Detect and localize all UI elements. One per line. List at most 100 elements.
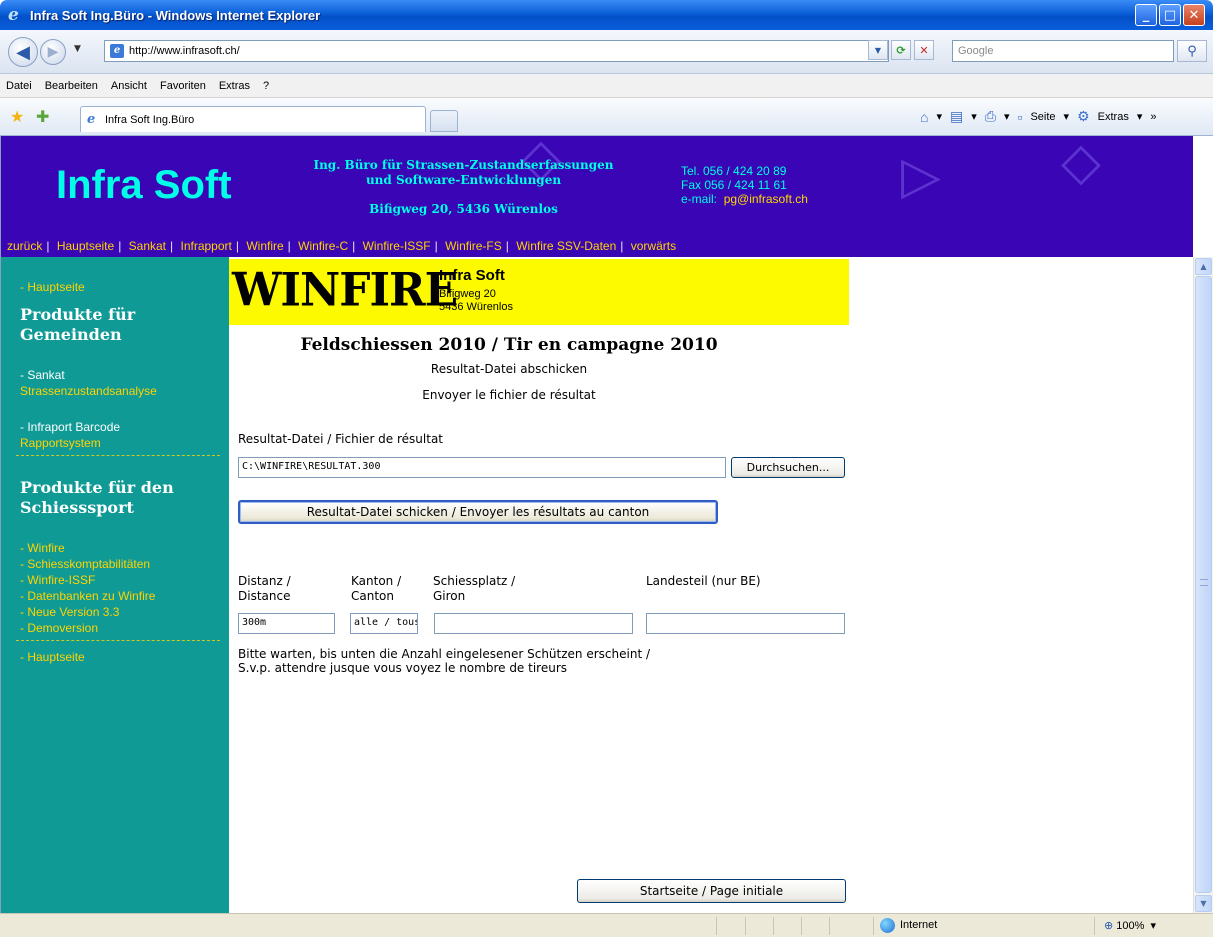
minimize-button[interactable]: _ — [1135, 4, 1157, 26]
menu-ansicht[interactable]: Ansicht — [111, 80, 147, 92]
nav-winfire-c[interactable]: Winfire-C — [298, 239, 348, 253]
window-title: Infra Soft Ing.Büro - Windows Internet E… — [30, 7, 321, 23]
scroll-up-icon[interactable]: ▲ — [1195, 258, 1212, 275]
back-button[interactable]: ◀ — [8, 37, 38, 67]
scroll-down-icon[interactable]: ▼ — [1195, 895, 1212, 912]
sidebar-item-neue-version[interactable]: - Neue Version 3.3 — [20, 604, 223, 620]
email-link[interactable]: pg@infrasoft.ch — [724, 192, 808, 206]
address-field[interactable]: e http://www.infrasoft.ch/ — [104, 40, 889, 62]
maximize-button[interactable]: □ — [1159, 4, 1181, 26]
banner-street: Bifigweg 20 — [439, 288, 496, 300]
refresh-icon[interactable]: ⟳ — [891, 40, 911, 60]
kanton-select[interactable]: alle / tous — [350, 613, 418, 634]
menu-bearbeiten[interactable]: Bearbeiten — [45, 80, 98, 92]
print-dropdown-icon[interactable]: ▾ — [1004, 110, 1010, 123]
tab-bar: ★ ✚ e Infra Soft Ing.Büro ⌂ ▾ ▤ ▾ ⎙ ▾ ▫ Sei… — [0, 98, 1213, 136]
top-navigation: zurück | Hauptseite | Sankat | Infrapport | … — [7, 239, 677, 253]
schiessplatz-select[interactable] — [434, 613, 633, 634]
browse-button[interactable]: Durchsuchen... — [731, 457, 845, 478]
nav-winfire-issf[interactable]: Winfire-ISSF — [363, 239, 431, 253]
winfire-logo: WINFIRE — [232, 263, 458, 318]
scroll-thumb[interactable] — [1195, 276, 1212, 893]
nav-sankat[interactable]: Sankat — [129, 239, 166, 253]
page-menu[interactable]: Seite — [1030, 111, 1055, 123]
status-bar: Internet ⊕ 100% ▾ — [0, 913, 1213, 937]
distanz-select[interactable]: 300m — [238, 613, 335, 634]
address-dropdown-icon[interactable]: ▼ — [868, 40, 888, 60]
sidebar-item-sankat[interactable]: - Sankat — [20, 367, 223, 383]
sidebar-item-schiesskomptabilitaeten[interactable]: - Schiesskomptabilitäten — [20, 556, 223, 572]
subtitle-fr: Envoyer le fichier de résultat — [422, 388, 596, 402]
page-title: Feldschiessen 2010 / Tir en campagne 201… — [300, 335, 718, 355]
sidebar-divider — [16, 640, 220, 641]
nav-winfire-ssv[interactable]: Winfire SSV-Daten — [516, 239, 616, 253]
sidebar-item-infraport[interactable]: - Infraport Barcode — [20, 419, 223, 435]
home-icon[interactable]: ⌂ — [920, 109, 928, 125]
zoom-level[interactable]: ⊕ 100% ▾ — [1104, 919, 1156, 932]
sidebar-item-demoversion[interactable]: - Demoversion — [20, 620, 223, 636]
sidebar-item-hauptseite[interactable]: - Hauptseite — [20, 279, 223, 295]
main-content: WINFIRE Infra Soft Bifigweg 20 5436 Würe… — [229, 257, 1193, 913]
address-toolbar: ◀ ▶ ▼ e http://www.infrasoft.ch/ ▼ ⟳ ✕ G… — [0, 30, 1213, 74]
print-icon[interactable]: ⎙ — [985, 108, 996, 125]
menu-favoriten[interactable]: Favoriten — [160, 80, 206, 92]
winfire-banner: WINFIRE Infra Soft Bifigweg 20 5436 Würe… — [229, 259, 849, 325]
header-tagline: Ing. Büro für Strassen-Zustandserfassung… — [291, 158, 636, 188]
distanz-label: Distanz / Distance — [238, 574, 291, 603]
page-viewport: ◇ ▷ ◇ Infra Soft Ing. Büro für Strassen-… — [0, 136, 1193, 913]
tagline-2: und Software-Entwicklungen — [365, 173, 562, 187]
tools-dropdown-icon[interactable]: ▾ — [1137, 110, 1143, 123]
nav-infrapport[interactable]: Infrapport — [180, 239, 231, 253]
new-tab-button[interactable] — [430, 110, 458, 132]
search-icon[interactable]: ⚲ — [1177, 40, 1207, 62]
subtitle-de: Resultat-Datei abschicken — [430, 362, 588, 376]
nav-winfire-fs[interactable]: Winfire-FS — [445, 239, 502, 253]
banner-company: Infra Soft — [439, 267, 505, 284]
nav-winfire[interactable]: Winfire — [246, 239, 283, 253]
sidebar-item-datenbanken[interactable]: - Datenbanken zu Winfire — [20, 588, 223, 604]
stop-icon[interactable]: ✕ — [914, 40, 934, 60]
nav-hauptseite[interactable]: Hauptseite — [57, 239, 114, 253]
title-bar: e Infra Soft Ing.Büro - Windows Internet… — [0, 0, 1213, 30]
vertical-scrollbar[interactable]: ▲ ▼ — [1193, 257, 1213, 913]
file-input[interactable]: C:\WINFIRE\RESULTAT.300 — [238, 457, 726, 478]
landesteil-select[interactable] — [646, 613, 845, 634]
nav-vorwaerts[interactable]: vorwärts — [631, 239, 676, 253]
send-results-button[interactable]: Resultat-Datei schicken / Envoyer les ré… — [238, 500, 718, 524]
feeds-dropdown-icon[interactable]: ▾ — [971, 110, 977, 123]
menu-datei[interactable]: Datei — [6, 80, 32, 92]
menu-help[interactable]: ? — [263, 80, 269, 92]
close-button[interactable]: ✕ — [1183, 4, 1205, 26]
zoom-icon: ⊕ — [1104, 920, 1114, 932]
sidebar-item-hauptseite-bottom[interactable]: - Hauptseite — [20, 649, 223, 665]
tab-title: Infra Soft Ing.Büro — [105, 113, 195, 126]
search-input[interactable]: Google — [952, 40, 1174, 62]
tools-menu[interactable]: Extras — [1098, 111, 1129, 123]
status-divider — [745, 917, 746, 935]
page-icon: e — [110, 44, 124, 58]
search-placeholder: Google — [958, 45, 994, 57]
tel: Tel. 056 / 424 20 89 — [681, 164, 787, 178]
home-page-button[interactable]: Startseite / Page initiale — [577, 879, 846, 903]
home-dropdown-icon[interactable]: ▾ — [936, 110, 942, 123]
sidebar-heading-schiesssport: Produkte für den Schiesssport — [20, 478, 174, 517]
header-decoration: ▷ — [901, 146, 941, 206]
fax: Fax 056 / 424 11 61 — [681, 178, 787, 192]
schiessplatz-label: Schiessplatz / Giron — [433, 574, 516, 603]
chevron-more-icon[interactable]: » — [1150, 111, 1156, 123]
sidebar-item-winfire[interactable]: - Winfire — [20, 540, 223, 556]
add-favorite-icon[interactable]: ✚ — [36, 107, 49, 126]
menu-extras[interactable]: Extras — [219, 80, 250, 92]
forward-button[interactable]: ▶ — [40, 39, 66, 65]
page-menu-icon: ▫ — [1017, 108, 1023, 125]
sidebar-item-winfire-issf[interactable]: - Winfire-ISSF — [20, 572, 223, 588]
sidebar-item-sankat-sub[interactable]: Strassenzustandsanalyse — [20, 383, 223, 399]
favorites-star-icon[interactable]: ★ — [10, 107, 24, 126]
page-menu-dropdown-icon[interactable]: ▾ — [1064, 110, 1070, 123]
history-dropdown-icon[interactable]: ▼ — [74, 44, 81, 54]
nav-zurueck[interactable]: zurück — [7, 239, 42, 253]
tab-infrasoft[interactable]: e Infra Soft Ing.Büro — [80, 106, 426, 132]
sidebar-item-infraport-sub[interactable]: Rapportsystem — [20, 435, 223, 451]
feeds-icon[interactable]: ▤ — [950, 108, 963, 125]
status-divider — [716, 917, 717, 935]
